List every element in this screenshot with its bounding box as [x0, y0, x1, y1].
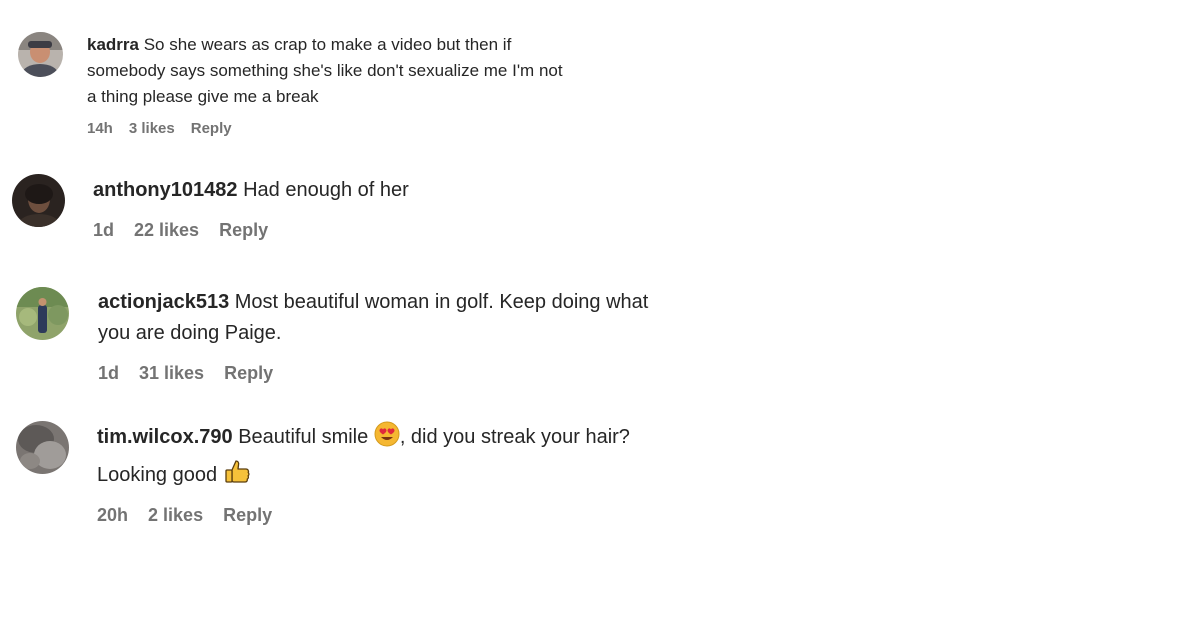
comment-meta: 14h 3 likes Reply: [87, 120, 647, 137]
comment-text-line: Most beautiful woman in golf. Keep doing…: [234, 291, 649, 313]
comment-text: anthony101482 Had enough of her: [93, 175, 793, 206]
timestamp[interactable]: 20h: [97, 505, 128, 525]
user-avatar-icon: [16, 421, 69, 474]
reply-button[interactable]: Reply: [219, 220, 268, 240]
comment-body: tim.wilcox.790 Beautiful smile , did you…: [97, 421, 797, 526]
comment-text-line: Beautiful smile: [238, 426, 369, 448]
likes-count[interactable]: 2 likes: [148, 505, 203, 525]
reply-button[interactable]: Reply: [224, 363, 273, 383]
reply-button[interactable]: Reply: [191, 120, 232, 137]
comment-text-line: So she wears as crap to make a video but…: [143, 35, 512, 54]
avatar[interactable]: [18, 32, 63, 77]
likes-count[interactable]: 31 likes: [139, 363, 204, 383]
heart-eyes-icon: [374, 421, 400, 457]
likes-count[interactable]: 22 likes: [134, 220, 199, 240]
avatar[interactable]: [16, 287, 69, 340]
comment-text-line: Looking good: [97, 464, 218, 486]
comment-text: actionjack513 Most beautiful woman in go…: [98, 287, 798, 349]
comment-meta: 1d 31 likes Reply: [98, 363, 798, 384]
thumbs-up-icon: [223, 457, 251, 495]
comment-text-line: , did you streak your hair?: [399, 426, 630, 448]
comment-text-line: somebody says something she's like don't…: [87, 61, 563, 80]
timestamp[interactable]: 1d: [93, 220, 114, 240]
likes-count[interactable]: 3 likes: [129, 120, 175, 137]
reply-button[interactable]: Reply: [223, 505, 272, 525]
username[interactable]: tim.wilcox.790: [97, 426, 233, 448]
username[interactable]: actionjack513: [98, 291, 229, 313]
timestamp[interactable]: 1d: [98, 363, 119, 383]
avatar[interactable]: [16, 421, 69, 474]
comment-text: kadrra So she wears as crap to make a vi…: [87, 32, 647, 110]
comment-meta: 20h 2 likes Reply: [97, 505, 797, 526]
comment-text-line: a thing please give me a break: [87, 87, 319, 106]
timestamp[interactable]: 14h: [87, 120, 113, 137]
comment-text-line: Had enough of her: [243, 179, 409, 201]
comments-list: kadrra So she wears as crap to make a vi…: [0, 0, 1200, 630]
avatar[interactable]: [12, 174, 65, 227]
comment-body: actionjack513 Most beautiful woman in go…: [98, 287, 798, 384]
comment-body: anthony101482 Had enough of her 1d 22 lik…: [93, 175, 793, 241]
user-avatar-icon: [16, 287, 69, 340]
user-avatar-icon: [12, 174, 65, 227]
username[interactable]: anthony101482: [93, 179, 238, 201]
comment-text: tim.wilcox.790 Beautiful smile , did you…: [97, 421, 797, 495]
comment-text-line: you are doing Paige.: [98, 322, 282, 344]
comment-meta: 1d 22 likes Reply: [93, 220, 793, 241]
user-avatar-icon: [18, 32, 63, 77]
username[interactable]: kadrra: [87, 35, 139, 54]
comment-body: kadrra So she wears as crap to make a vi…: [87, 32, 647, 137]
